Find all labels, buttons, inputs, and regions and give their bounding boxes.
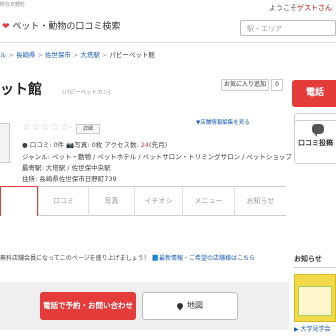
favorite-count: 0 xyxy=(271,79,283,91)
tab-top[interactable] xyxy=(0,186,38,216)
welcome-message: ようこそゲストさん xyxy=(269,4,332,12)
shop-address: 住所: 長崎県佐世保市日野町739 xyxy=(22,175,117,183)
header-toptext: 所在日野町 xyxy=(0,2,26,8)
breadcrumb-item[interactable]: 大塔駅 xyxy=(80,51,100,59)
shop-genre: ジャンル: ペット・動物 / ペットホテル / ペットサロン・トリミングサロン … xyxy=(22,153,292,161)
rating-stars: ☆☆☆☆☆ xyxy=(22,122,70,133)
breadcrumb-item[interactable]: 佐世保市 xyxy=(45,51,71,59)
breadcrumb-item[interactable]: 長崎県 xyxy=(16,51,36,59)
tab-reviews[interactable]: 口コミ xyxy=(38,186,88,216)
tab-photos[interactable]: 写真 xyxy=(88,186,134,216)
shop-station: 最寄駅: 大塔駅 / 佐世保中央駅 xyxy=(22,164,111,172)
rating-detail-button[interactable]: 詳細 xyxy=(76,124,100,134)
tab-news[interactable]: お知らせ xyxy=(234,186,286,216)
area-search-input[interactable]: 駅・エリア xyxy=(240,20,336,36)
shop-photo[interactable] xyxy=(0,123,10,163)
phone-cta-button[interactable]: 電話 xyxy=(292,80,336,107)
owner-signup-link[interactable]: 最新情報・ご希望の店舗様はこちら xyxy=(159,255,255,262)
shop-stats: ● 口コミ: 0件 📷写真: 0枚 アクセス数: 24(先月) xyxy=(22,141,168,149)
map-pin-icon xyxy=(175,301,185,310)
breadcrumb-item[interactable]: ル xyxy=(0,51,7,59)
add-favorite-button[interactable]: お気に入り追加 xyxy=(221,79,269,91)
sidebar-ad-link[interactable]: ▶ 大学見学会 xyxy=(294,324,331,333)
speech-bubble-icon xyxy=(312,124,324,137)
shop-reading: (パピーペットカン) xyxy=(62,90,111,96)
review-dot-icon: ● xyxy=(22,141,28,149)
genre-links[interactable]: ペット・動物 / ペットホテル / ペットサロン・トリミングサロン / ペットシ… xyxy=(52,153,292,161)
post-review-label: 口コミ投稿 xyxy=(298,139,333,147)
tab-menu[interactable]: メニュー xyxy=(182,186,234,216)
header-divider xyxy=(0,42,336,43)
breadcrumb-current: パピーペット館 xyxy=(109,51,155,59)
logo-mark-icon: ❤ xyxy=(2,22,10,32)
site-logo[interactable]: ❤ ペット・動物の口コミ検索 xyxy=(2,19,120,32)
shop-title: ット館 xyxy=(0,82,42,98)
ad-illustration xyxy=(298,286,332,316)
shop-info-edit-link[interactable]: ▼店舗情報編集を見る xyxy=(196,118,250,126)
breadcrumb: ル > 長崎県 > 佐世保市 > 大塔駅 > パピーペット館 xyxy=(0,51,155,59)
map-button[interactable]: 地図 xyxy=(142,292,238,320)
tab-recommend[interactable]: イチオシ xyxy=(134,186,182,216)
rating-value: - xyxy=(69,124,72,131)
owner-notice: 無料店舗会員になってこのページを盛り上げましょう！ 📘最新情報・ご希望の店舗様は… xyxy=(0,255,256,262)
sidebar-news-heading: お知らせ xyxy=(294,254,336,268)
call-reserve-button[interactable]: 電話で予約・お問い合わせ xyxy=(40,292,136,320)
notice-book-icon: 📘 xyxy=(151,255,159,262)
